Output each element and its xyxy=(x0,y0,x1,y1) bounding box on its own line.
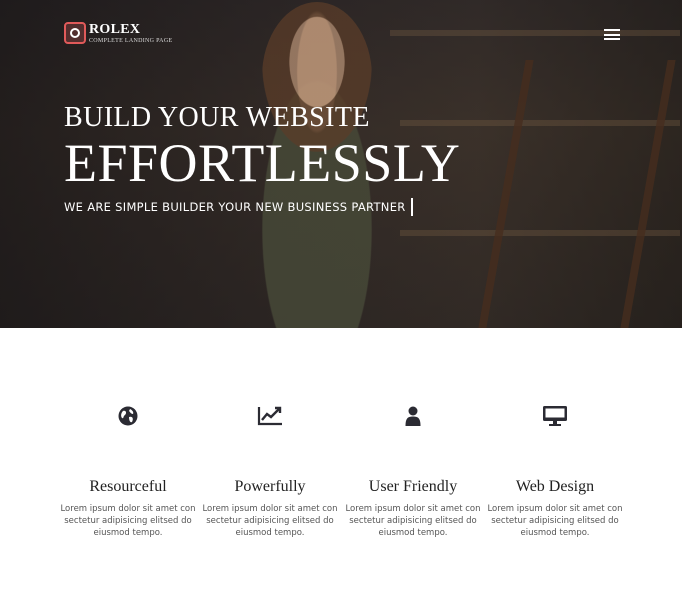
hero-section: ROLEX COMPLETE LANDING PAGE BUILD YOUR W… xyxy=(0,0,682,328)
features-section: Resourceful Lorem ipsum dolor sit amet c… xyxy=(0,328,682,596)
brand-logo[interactable]: ROLEX COMPLETE LANDING PAGE xyxy=(64,22,172,44)
typing-cursor xyxy=(410,198,413,216)
feature-text: Lorem ipsum dolor sit amet con sectetur … xyxy=(487,504,623,538)
globe-icon xyxy=(118,406,138,426)
brand-name: ROLEX xyxy=(89,21,141,37)
feature-title: User Friendly xyxy=(368,478,458,495)
top-navigation: ROLEX COMPLETE LANDING PAGE xyxy=(0,0,682,70)
user-icon xyxy=(405,406,421,426)
feature-title: Web Design xyxy=(515,478,595,495)
hero-headline-small: BUILD YOUR WEBSITE xyxy=(64,102,370,133)
hero-text: BUILD YOUR WEBSITE EFFORTLESSLY WE ARE S… xyxy=(64,100,460,216)
hero-subheadline-row: WE ARE SIMPLE BUILDER YOUR NEW BUSINESS … xyxy=(64,198,460,216)
background-ladder xyxy=(478,60,676,328)
feature-title: Powerfully xyxy=(234,478,306,495)
feature-title: Resourceful xyxy=(89,478,167,495)
monitor-icon xyxy=(543,406,567,426)
hero-headline-large: EFFORTLESSLY xyxy=(64,133,461,193)
hero-subheadline: WE ARE SIMPLE BUILDER YOUR NEW BUSINESS … xyxy=(64,200,406,214)
feature-text: Lorem ipsum dolor sit amet con sectetur … xyxy=(202,504,338,538)
brand-tagline: COMPLETE LANDING PAGE xyxy=(89,37,173,44)
hamburger-icon[interactable] xyxy=(604,29,620,40)
chart-line-icon xyxy=(257,406,282,426)
feature-text: Lorem ipsum dolor sit amet con sectetur … xyxy=(60,504,196,538)
logo-text: ROLEX COMPLETE LANDING PAGE xyxy=(89,21,173,44)
logo-mark-icon xyxy=(64,22,86,44)
feature-text: Lorem ipsum dolor sit amet con sectetur … xyxy=(345,504,481,538)
